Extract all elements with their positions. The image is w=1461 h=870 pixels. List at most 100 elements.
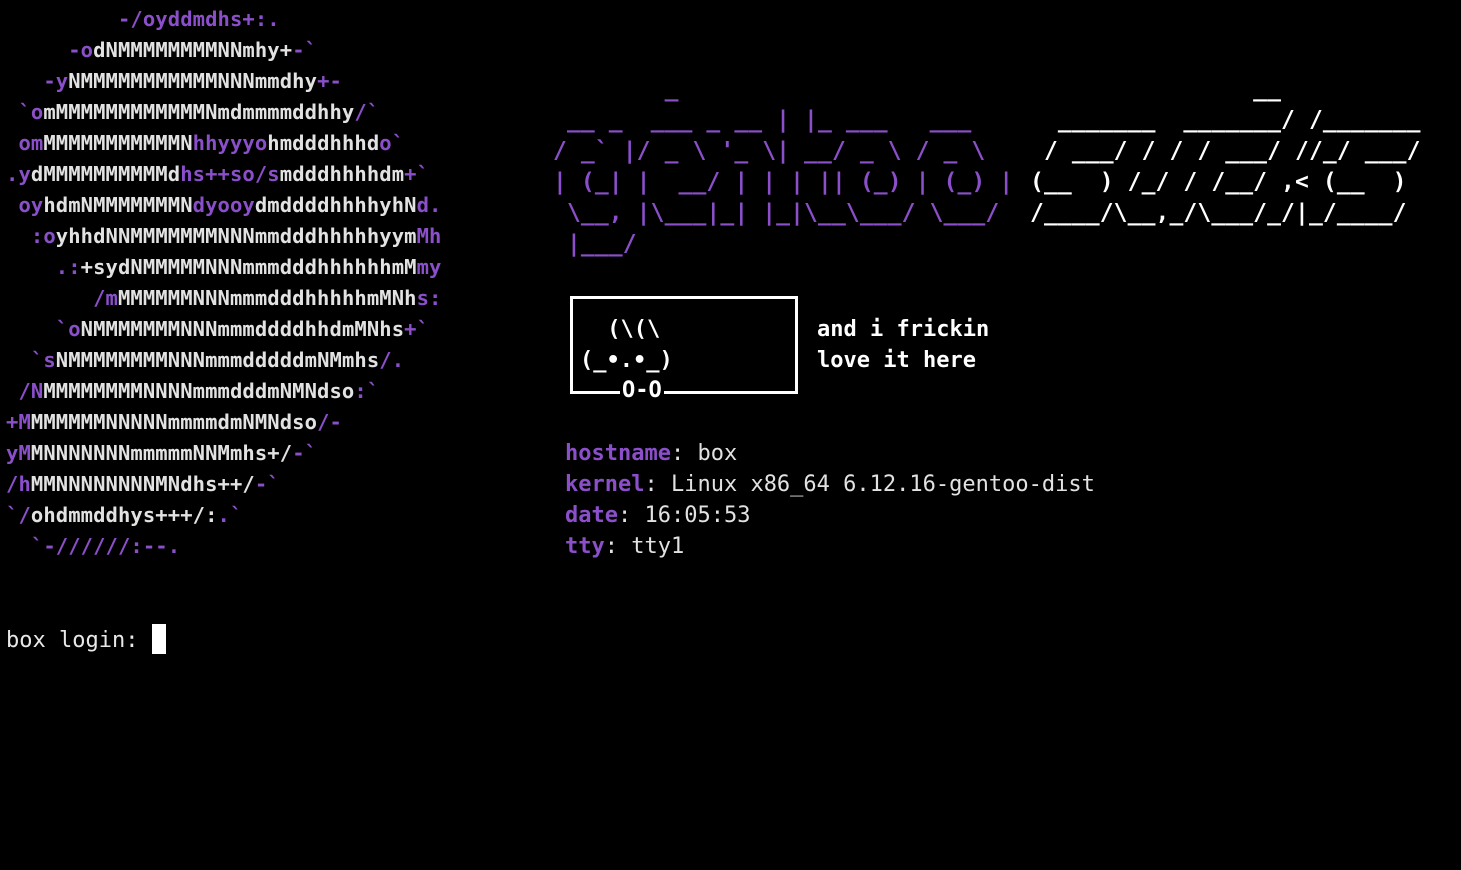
logo-segment: -o — [6, 38, 94, 62]
logo-segment: hmdddhhhd — [267, 131, 380, 155]
logo-line: .ydMMMMMMMMMMdhs++so/smdddhhhhdm+` — [6, 159, 429, 190]
logo-segment: mMMMMMMMMMMMMNmdmmmmddhhy — [43, 100, 355, 124]
logo-segment: `s — [6, 348, 56, 372]
logo-line: `/ohdmmddhys+++/:.` — [6, 500, 242, 531]
logo-line: /mMMMMMMNNNmmmdddhhhhhmMNhs: — [6, 283, 441, 314]
bunny-wheels: O-O — [620, 378, 664, 404]
logo-segment: `o — [6, 100, 44, 124]
logo-line: `omMMMMMMMMMMMMNmdmmmmddhhy/` — [6, 97, 379, 128]
info-tty-key: tty — [565, 534, 605, 559]
logo-segment: -` — [254, 472, 280, 496]
logo-segment: `o — [6, 317, 81, 341]
logo-segment: s: — [416, 286, 442, 310]
logo-segment: `/ — [6, 503, 31, 527]
logo-line: /hMMNNNNNNNNMNdhs++/-` — [6, 469, 280, 500]
logo-segment: /. — [379, 348, 405, 372]
info-date: date: 16:05:53 — [565, 500, 750, 531]
gentoo-banner-line: __ _ ___ _ __ | |_ ___ ___ — [553, 107, 972, 133]
logo-segment: -` — [292, 441, 318, 465]
info-kernel: kernel: Linux x86_64 6.12.16-gentoo-dist — [565, 469, 1095, 500]
logo-segment: .` — [217, 503, 243, 527]
logo-segment: +- — [317, 69, 342, 93]
logo-line: -/oyddmdhs+:. — [6, 4, 280, 35]
info-date-value: : 16:05:53 — [617, 503, 751, 528]
logo-segment: Mh — [416, 224, 442, 248]
logo-segment: MMNNNNNNNNMNdhs++/ — [30, 472, 255, 496]
logo-segment: /- — [317, 410, 342, 434]
gentoo-banner-line: _ — [553, 76, 679, 102]
logo-segment: /m — [6, 286, 118, 310]
logo-line: -yNMMMMMMMMMMMNNNmmdhy+- — [6, 66, 342, 97]
gentoo-banner-line: | (_| | __/ | | | || (_) | (_) | — [553, 169, 1014, 195]
logo-segment: dMMMMMMMMMMd — [30, 162, 181, 186]
logo-line: +MMMMMMMNNNNNmmmmdmNMNdso/- — [6, 407, 342, 438]
sucks-banner-line: _______ _______/ /_______ — [1030, 107, 1421, 133]
logo-segment: +` — [404, 317, 430, 341]
logo-segment: NMMMMMMMMNNNmmmdddddmNMmhs — [55, 348, 380, 372]
logo-segment: yhhdNNMMMMMMMNNNmmdddhhhhhyym — [55, 224, 417, 248]
logo-segment: oy — [6, 193, 44, 217]
logo-segment: -/oyddmdhs+:. — [6, 7, 280, 31]
logo-line: `-//////:--. — [6, 531, 180, 562]
bunny-ears: (\(\ — [594, 317, 661, 342]
logo-segment: hhyyyo — [192, 131, 268, 155]
logo-segment: +` — [404, 162, 430, 186]
speech-line-1: and i frickin — [817, 317, 990, 342]
logo-segment: :` — [354, 379, 380, 403]
logo-segment: ohdmmddhys+++/: — [30, 503, 218, 527]
logo-segment: MMMMMMMMMMMN — [43, 131, 193, 155]
logo-segment: .: — [6, 255, 81, 279]
logo-line: yMMNNNNNNNmmmmmNNMmhs+/-` — [6, 438, 317, 469]
logo-segment: dNMMMMMMMMNNmhy+ — [93, 38, 293, 62]
logo-segment: NMMMMMMMNNNmmmddddhhdmMNhs — [80, 317, 405, 341]
gentoo-banner-line: / _` |/ _ \ '_ \| __/ _ \ / _ \ — [553, 138, 986, 164]
sucks-banner-line: / ___/ / / / ___/ //_/ ___/ — [1030, 138, 1421, 164]
logo-line: .:+sydNMMMMMNNNmmmdddhhhhhhmMmy — [6, 252, 442, 283]
logo-segment: NMMMMMMMMMMMNNNmmdhy — [68, 69, 318, 93]
logo-segment: om — [6, 131, 44, 155]
logo-segment: -` — [292, 38, 318, 62]
logo-line: :oyhhdNNMMMMMMMNNNmmdddhhhhhyymMh — [6, 221, 442, 252]
info-date-key: date — [565, 503, 618, 528]
logo-segment: :o — [6, 224, 56, 248]
info-kernel-value: : Linux x86_64 6.12.16-gentoo-dist — [644, 472, 1095, 497]
info-tty-value: : tty1 — [604, 534, 685, 559]
gentoo-banner-line: |___/ — [553, 231, 637, 257]
logo-segment: .y — [6, 162, 31, 186]
logo-segment: hs++so/s — [180, 162, 280, 186]
logo-segment: -y — [6, 69, 69, 93]
logo-segment: +M — [6, 410, 31, 434]
logo-line: -odNMMMMMMMMNNmhy+-` — [6, 35, 317, 66]
text-cursor[interactable] — [151, 624, 166, 654]
bunny-speech: and i frickin love it here — [817, 314, 989, 376]
speech-line-2: love it here — [817, 348, 976, 373]
logo-segment: /h — [6, 472, 31, 496]
logo-segment: d. — [416, 193, 442, 217]
info-kernel-key: kernel — [565, 472, 645, 497]
info-hostname-key: hostname — [565, 441, 671, 466]
logo-segment: dmddddhhhhyhN — [254, 193, 417, 217]
bunny-face: (_•.•_) — [580, 348, 673, 373]
logo-segment: /` — [354, 100, 380, 124]
logo-line: oyhdmNMMMMMMMNdyooydmddddhhhhyhNd. — [6, 190, 442, 221]
logo-line: omMMMMMMMMMMMNhhyyyohmdddhhhdo` — [6, 128, 404, 159]
logo-segment: yM — [6, 441, 31, 465]
logo-segment: MMMMMMMMNNNNmmmdddmNMNdso — [43, 379, 355, 403]
info-hostname: hostname: box — [565, 438, 737, 469]
logo-segment: `-//////:--. — [6, 534, 181, 558]
logo-segment: o` — [379, 131, 405, 155]
info-hostname-value: : box — [670, 441, 738, 466]
logo-segment: dyooy — [192, 193, 255, 217]
logo-segment: /N — [6, 379, 44, 403]
logo-segment: MMMMMMNNNNNmmmmdmNMNdso — [30, 410, 318, 434]
logo-segment: mdddhhhhdm — [279, 162, 405, 186]
gentoo-banner-line: \__, |\___|_| |_|\__\___/ \___/ — [553, 200, 1000, 226]
info-tty: tty: tty1 — [565, 531, 684, 562]
logo-segment: MNNNNNNNmmmmmNNMmhs+/ — [30, 441, 293, 465]
logo-segment: MMMMMMNNNmmmdddhhhhhmMNh — [117, 286, 417, 310]
sucks-banner-line: /____/\__,_/\___/_/|_/____/ — [1030, 200, 1407, 226]
sucks-banner-line: __ — [1030, 76, 1282, 102]
login-line[interactable]: box login: — [6, 624, 166, 656]
logo-segment: +sydNMMMMMNNNmmmdddhhhhhhmM — [80, 255, 417, 279]
sucks-banner-line: (__ ) /_/ / /__/ ,< (__ ) — [1030, 169, 1407, 195]
